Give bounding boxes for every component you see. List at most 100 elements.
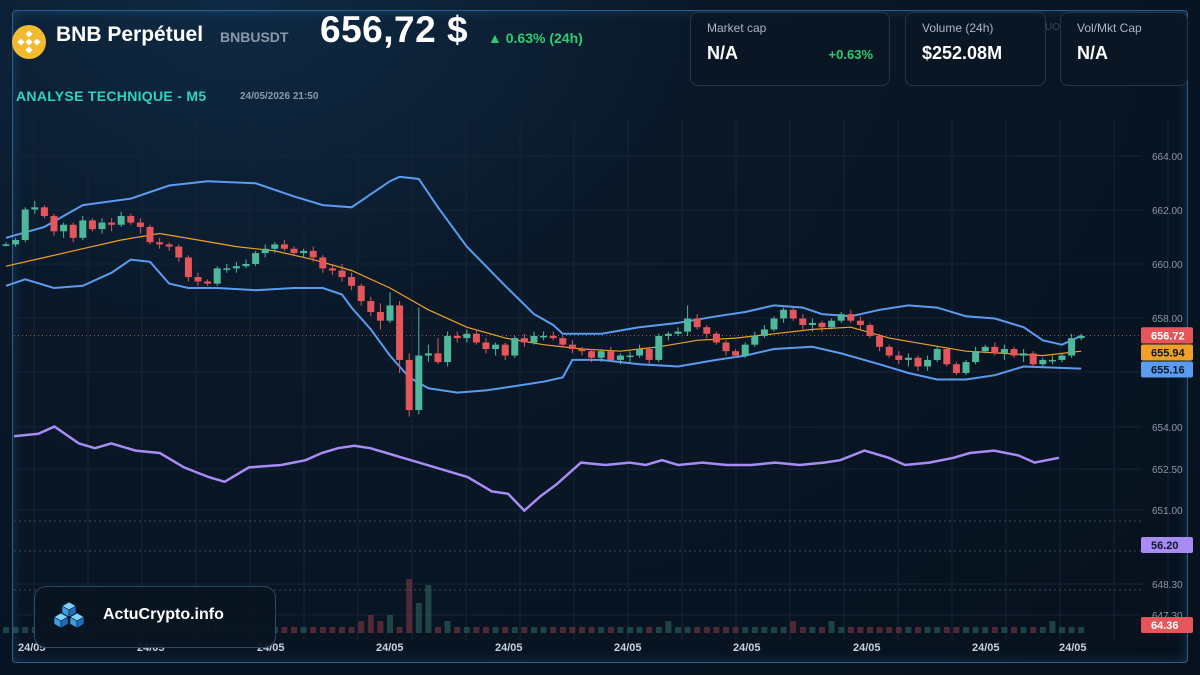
volume-bar [319, 627, 326, 633]
brand-name: ActuCrypto.info [103, 606, 224, 623]
volume-bar [713, 627, 720, 633]
volume-bar [1049, 621, 1056, 633]
candle-body [808, 322, 816, 326]
volume-bar [790, 621, 797, 633]
candle-body [501, 344, 509, 356]
candle-body [511, 338, 519, 356]
volume-bar [540, 627, 547, 633]
candle-body [386, 305, 394, 321]
candle-body [319, 257, 327, 269]
candle-body [117, 216, 125, 225]
volume-bar [531, 627, 537, 633]
candle-body [40, 207, 48, 217]
volume-value-label: 64.36 [1151, 620, 1179, 632]
candle-body [760, 329, 768, 336]
volume-bar [780, 627, 787, 633]
volume-bar [751, 627, 758, 633]
candle-body [568, 344, 576, 350]
volume-bar [761, 627, 768, 633]
price-axis-label: 655.94 [1141, 344, 1193, 361]
candle-body [463, 333, 471, 339]
volume-bar [1059, 627, 1065, 633]
volume-bar [972, 627, 979, 633]
volume-bar [377, 621, 384, 633]
volume-bar [819, 627, 825, 633]
x-tick-label: 24/05 [614, 642, 642, 654]
y-tick-label: 660.00 [1152, 260, 1183, 271]
volume-bar [915, 627, 921, 633]
candle-body [780, 309, 788, 319]
candle-body [21, 209, 29, 241]
volume-bar [291, 627, 297, 633]
candle-body [607, 351, 615, 360]
candle-body [444, 335, 452, 363]
volume-bar [991, 627, 998, 633]
candle-body [530, 335, 538, 343]
candle-body [991, 346, 999, 354]
price-axis-label-text: 655.16 [1151, 365, 1185, 377]
candle-body [69, 224, 77, 238]
volume-bar [675, 627, 681, 633]
candle-body [520, 338, 528, 343]
candle-body [636, 349, 644, 356]
candle-body [79, 220, 87, 238]
brand-badge[interactable]: ActuCrypto.info [34, 586, 276, 648]
candle-body [482, 342, 490, 350]
volume-bar [665, 621, 672, 633]
volume-bar [521, 627, 528, 633]
candle-body [885, 346, 893, 356]
y-tick-label: 662.00 [1152, 206, 1183, 217]
candle-body [655, 335, 663, 360]
volume-bar [799, 627, 806, 633]
candle-body [88, 220, 96, 230]
candle-body [50, 216, 58, 232]
candle-body [1048, 359, 1056, 362]
candle-body [703, 327, 711, 334]
volume-bar [473, 627, 480, 633]
candle-body [876, 335, 884, 347]
y-tick-label: 664.00 [1152, 152, 1183, 163]
candle-body [952, 364, 960, 373]
candle-body [559, 338, 567, 345]
price-axis-label: 656.72 [1141, 327, 1193, 344]
candle-body [108, 222, 116, 225]
volume-bar [550, 627, 557, 633]
volume-bar [607, 627, 614, 633]
candle-body [223, 268, 231, 270]
volume-bar [1001, 627, 1008, 633]
candle-body [328, 268, 336, 271]
y-tick-label: 654.00 [1152, 423, 1183, 434]
candle-body [453, 335, 461, 339]
cubes-logo-icon [53, 601, 85, 629]
price-axis-label: 655.16 [1141, 361, 1193, 378]
candle-body [664, 333, 672, 336]
candle-body [904, 357, 912, 360]
volume-bar [934, 627, 941, 633]
candle-body [684, 318, 692, 332]
candle-body [828, 320, 836, 328]
candle-body [712, 333, 720, 343]
volume-bar [655, 627, 662, 633]
candle-body [732, 351, 740, 356]
candle-body [540, 335, 548, 338]
candle-body [578, 349, 586, 352]
y-tick-label: 648.30 [1152, 580, 1183, 591]
volume-bar [694, 627, 701, 633]
candle-body [492, 344, 500, 350]
volume-bar [732, 627, 739, 633]
rsi-value-label: 56.20 [1151, 540, 1179, 552]
volume-bar [492, 627, 499, 633]
candle-body [789, 309, 797, 319]
price-chart[interactable]: 664.00662.00660.00658.00656.00654.00652.… [0, 0, 1200, 675]
volume-bar [415, 603, 422, 633]
volume-bar [895, 627, 902, 633]
candle-body [252, 253, 260, 264]
volume-bar [463, 627, 470, 633]
x-tick-label: 24/05 [1059, 642, 1087, 654]
candle-body [549, 335, 557, 339]
candle-body [722, 342, 730, 352]
candle-body [165, 244, 173, 247]
x-tick-label: 24/05 [495, 642, 523, 654]
volume-bar [329, 627, 336, 633]
candle-body [213, 268, 221, 284]
